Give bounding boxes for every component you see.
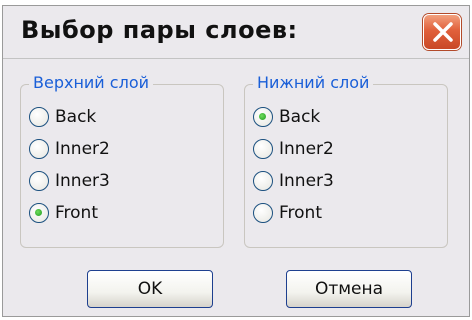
bottom-layer-group: Нижний слой Back Inner2 Inner3 Front [244,73,448,248]
close-button[interactable] [423,14,461,50]
radio-button[interactable] [29,171,49,191]
top-layer-option-inner2[interactable]: Inner2 [29,134,110,164]
bottom-layer-option-back[interactable]: Back [253,102,320,132]
top-layer-option-inner3[interactable]: Inner3 [29,166,110,196]
title-bar[interactable]: Выбор пары слоев: [3,6,469,58]
layer-pair-dialog: Выбор пары слоев: Верхний слой Back Inne… [2,5,470,317]
radio-button[interactable] [29,203,49,223]
option-label: Front [279,203,322,223]
option-label: Inner3 [55,171,110,191]
radio-button[interactable] [253,171,273,191]
ok-button[interactable]: OK [87,270,213,308]
dialog-title: Выбор пары слоев: [21,16,298,44]
radio-button[interactable] [29,139,49,159]
option-label: Back [55,107,97,127]
option-label: Inner2 [279,139,334,159]
close-icon [433,22,453,42]
bottom-layer-option-front[interactable]: Front [253,198,322,228]
top-layer-option-front[interactable]: Front [29,198,98,228]
bottom-layer-option-inner3[interactable]: Inner3 [253,166,334,196]
top-layer-option-back[interactable]: Back [29,102,96,132]
top-layer-legend: Верхний слой [29,73,153,92]
dialog-body: Верхний слой Back Inner2 Inner3 Front Ни… [3,59,469,316]
option-label: Back [279,107,321,127]
top-layer-group: Верхний слой Back Inner2 Inner3 Front [20,73,224,248]
radio-button[interactable] [253,203,273,223]
option-label: Front [55,203,98,223]
bottom-layer-legend: Нижний слой [253,73,374,92]
radio-button[interactable] [253,139,273,159]
cancel-button[interactable]: Отмена [286,270,412,308]
radio-button[interactable] [253,107,273,127]
bottom-layer-option-inner2[interactable]: Inner2 [253,134,334,164]
option-label: Inner2 [55,139,110,159]
radio-button[interactable] [29,107,49,127]
option-label: Inner3 [279,171,334,191]
